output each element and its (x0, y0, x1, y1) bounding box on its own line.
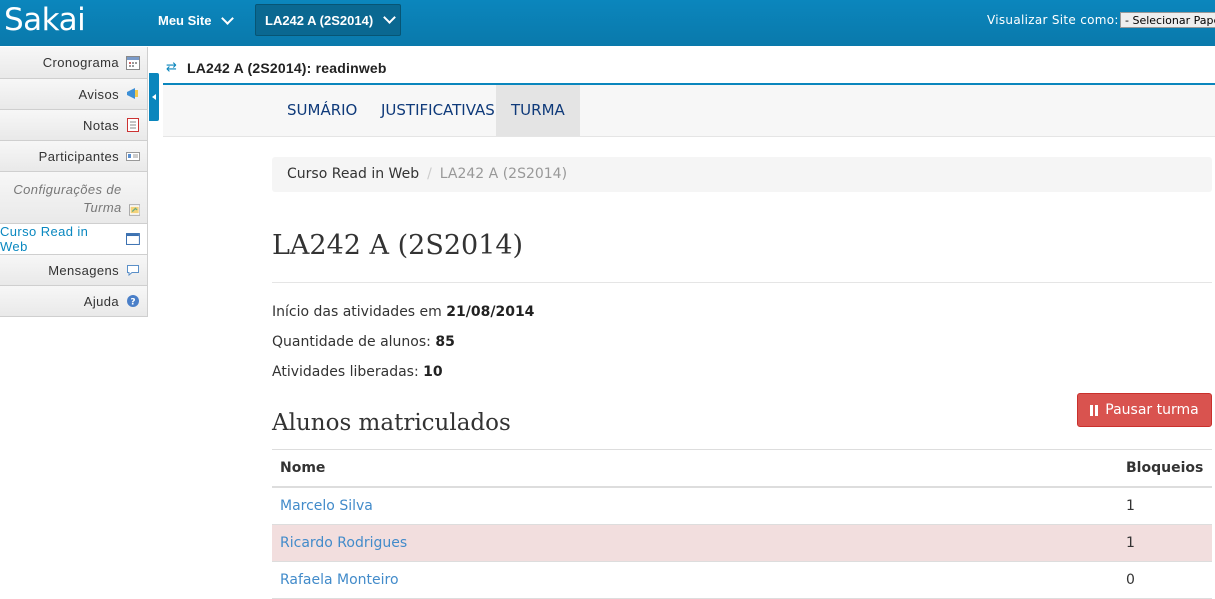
nav-item-label: Ajuda (83, 293, 119, 309)
site-settings-icon (128, 204, 140, 216)
tab-justificativas[interactable]: JUSTIFICATIVAS (366, 85, 510, 136)
student-name-cell: Rafaela Monteiro (280, 562, 399, 598)
current-site-label: LA242 A (2S2014) (265, 12, 374, 28)
role-select[interactable]: - Selecionar Papel (1120, 12, 1215, 28)
nav-item-label: Cronograma (42, 55, 119, 70)
students-count-line: Quantidade de alunos: 85 (272, 334, 455, 350)
column-header-blocks: Bloqueios (1126, 460, 1204, 476)
activities-count-value: 10 (423, 364, 443, 380)
gradebook-icon (127, 118, 139, 132)
activities-count-label: Atividades liberadas: (272, 364, 419, 380)
messages-icon (127, 265, 139, 277)
start-date-label: Início das atividades em (272, 304, 442, 320)
tool-title: LA242 A (2S2014): readinweb (187, 60, 387, 76)
breadcrumb: Curso Read in Web / LA242 A (2S2014) (272, 157, 1212, 192)
nav-item-label: Configurações de Turma (13, 182, 122, 215)
nav-item-configuracoes[interactable]: Configurações de Turma (0, 172, 148, 224)
divider (272, 282, 1212, 283)
help-icon: ? (127, 295, 139, 308)
start-date-value: 21/08/2014 (446, 304, 535, 320)
my-sites-label: Meu Site (158, 13, 212, 28)
current-site-button[interactable]: LA242 A (2S2014) (255, 4, 401, 36)
student-blocks-cell: 1 (1126, 498, 1135, 514)
student-link[interactable]: Marcelo Silva (280, 498, 373, 514)
nav-item-ajuda[interactable]: Ajuda ? (0, 286, 148, 317)
collapse-menu-handle[interactable] (149, 73, 159, 121)
student-name-cell: Marcelo Silva (280, 488, 373, 524)
window-icon (126, 233, 140, 245)
tab-sumario[interactable]: SUMÁRIO (272, 85, 372, 136)
nav-item-curso-read-in-web[interactable]: Curso Read in Web (0, 224, 148, 255)
table-row: Marcelo Silva 1 (272, 488, 1212, 525)
nav-item-label: Notas (83, 117, 119, 133)
top-bar: Sakai Meu Site LA242 A (2S2014) Visualiz… (0, 0, 1215, 46)
roster-icon (126, 152, 140, 161)
chevron-down-icon (221, 11, 235, 25)
table-row: Rafaela Monteiro 0 (272, 562, 1212, 599)
chevron-down-icon (383, 11, 397, 24)
tab-bar: SUMÁRIO JUSTIFICATIVAS TURMA (163, 85, 1215, 137)
pause-class-label: Pausar turma (1105, 402, 1199, 418)
nav-item-cronograma[interactable]: Cronograma (0, 47, 148, 79)
breadcrumb-root[interactable]: Curso Read in Web (287, 166, 419, 182)
pause-icon (1090, 404, 1099, 416)
nav-item-mensagens[interactable]: Mensagens (0, 255, 148, 286)
announcements-icon (127, 88, 138, 99)
calendar-icon (126, 55, 140, 70)
svg-text:?: ? (130, 298, 135, 308)
section-title: Alunos matriculados (272, 410, 511, 436)
sakai-logo[interactable]: Sakai (4, 2, 86, 38)
nav-item-participantes[interactable]: Participantes (0, 141, 148, 172)
tab-turma[interactable]: TURMA (496, 85, 580, 136)
tool-menu: Cronograma Avisos Notas Participantes Co… (0, 47, 148, 317)
student-blocks-cell: 0 (1126, 572, 1135, 588)
reset-tool-icon[interactable]: ⇄ (166, 61, 178, 74)
student-blocks-cell: 1 (1126, 535, 1135, 551)
nav-item-label: Participantes (38, 148, 119, 164)
nav-item-label: Avisos (78, 86, 119, 102)
nav-item-notas[interactable]: Notas (0, 110, 148, 141)
student-link[interactable]: Ricardo Rodrigues (280, 535, 407, 551)
nav-item-avisos[interactable]: Avisos (0, 79, 148, 110)
tool-title-bar: ⇄ LA242 A (2S2014): readinweb (163, 54, 1215, 85)
student-name-cell: Ricardo Rodrigues (280, 525, 407, 561)
my-sites-menu[interactable]: Meu Site (158, 11, 235, 28)
table-row: Ricardo Rodrigues 1 (272, 525, 1212, 562)
students-table: Nome Bloqueios Marcelo Silva 1 Ricardo R… (272, 449, 1212, 599)
nav-item-label: Curso Read in Web (0, 224, 89, 254)
activities-count-line: Atividades liberadas: 10 (272, 364, 443, 380)
students-count-value: 85 (435, 334, 455, 350)
page-title: LA242 A (2S2014) (272, 230, 524, 261)
breadcrumb-current: LA242 A (2S2014) (439, 166, 568, 182)
breadcrumb-separator: / (427, 166, 432, 182)
student-link[interactable]: Rafaela Monteiro (280, 572, 399, 588)
column-header-name: Nome (280, 460, 326, 476)
table-header: Nome Bloqueios (272, 450, 1212, 488)
view-as-label: Visualizar Site como: (987, 13, 1119, 27)
start-date-line: Início das atividades em 21/08/2014 (272, 304, 534, 320)
nav-item-label: Mensagens (48, 262, 119, 278)
pause-class-button[interactable]: Pausar turma (1077, 393, 1212, 427)
students-count-label: Quantidade de alunos: (272, 334, 431, 350)
